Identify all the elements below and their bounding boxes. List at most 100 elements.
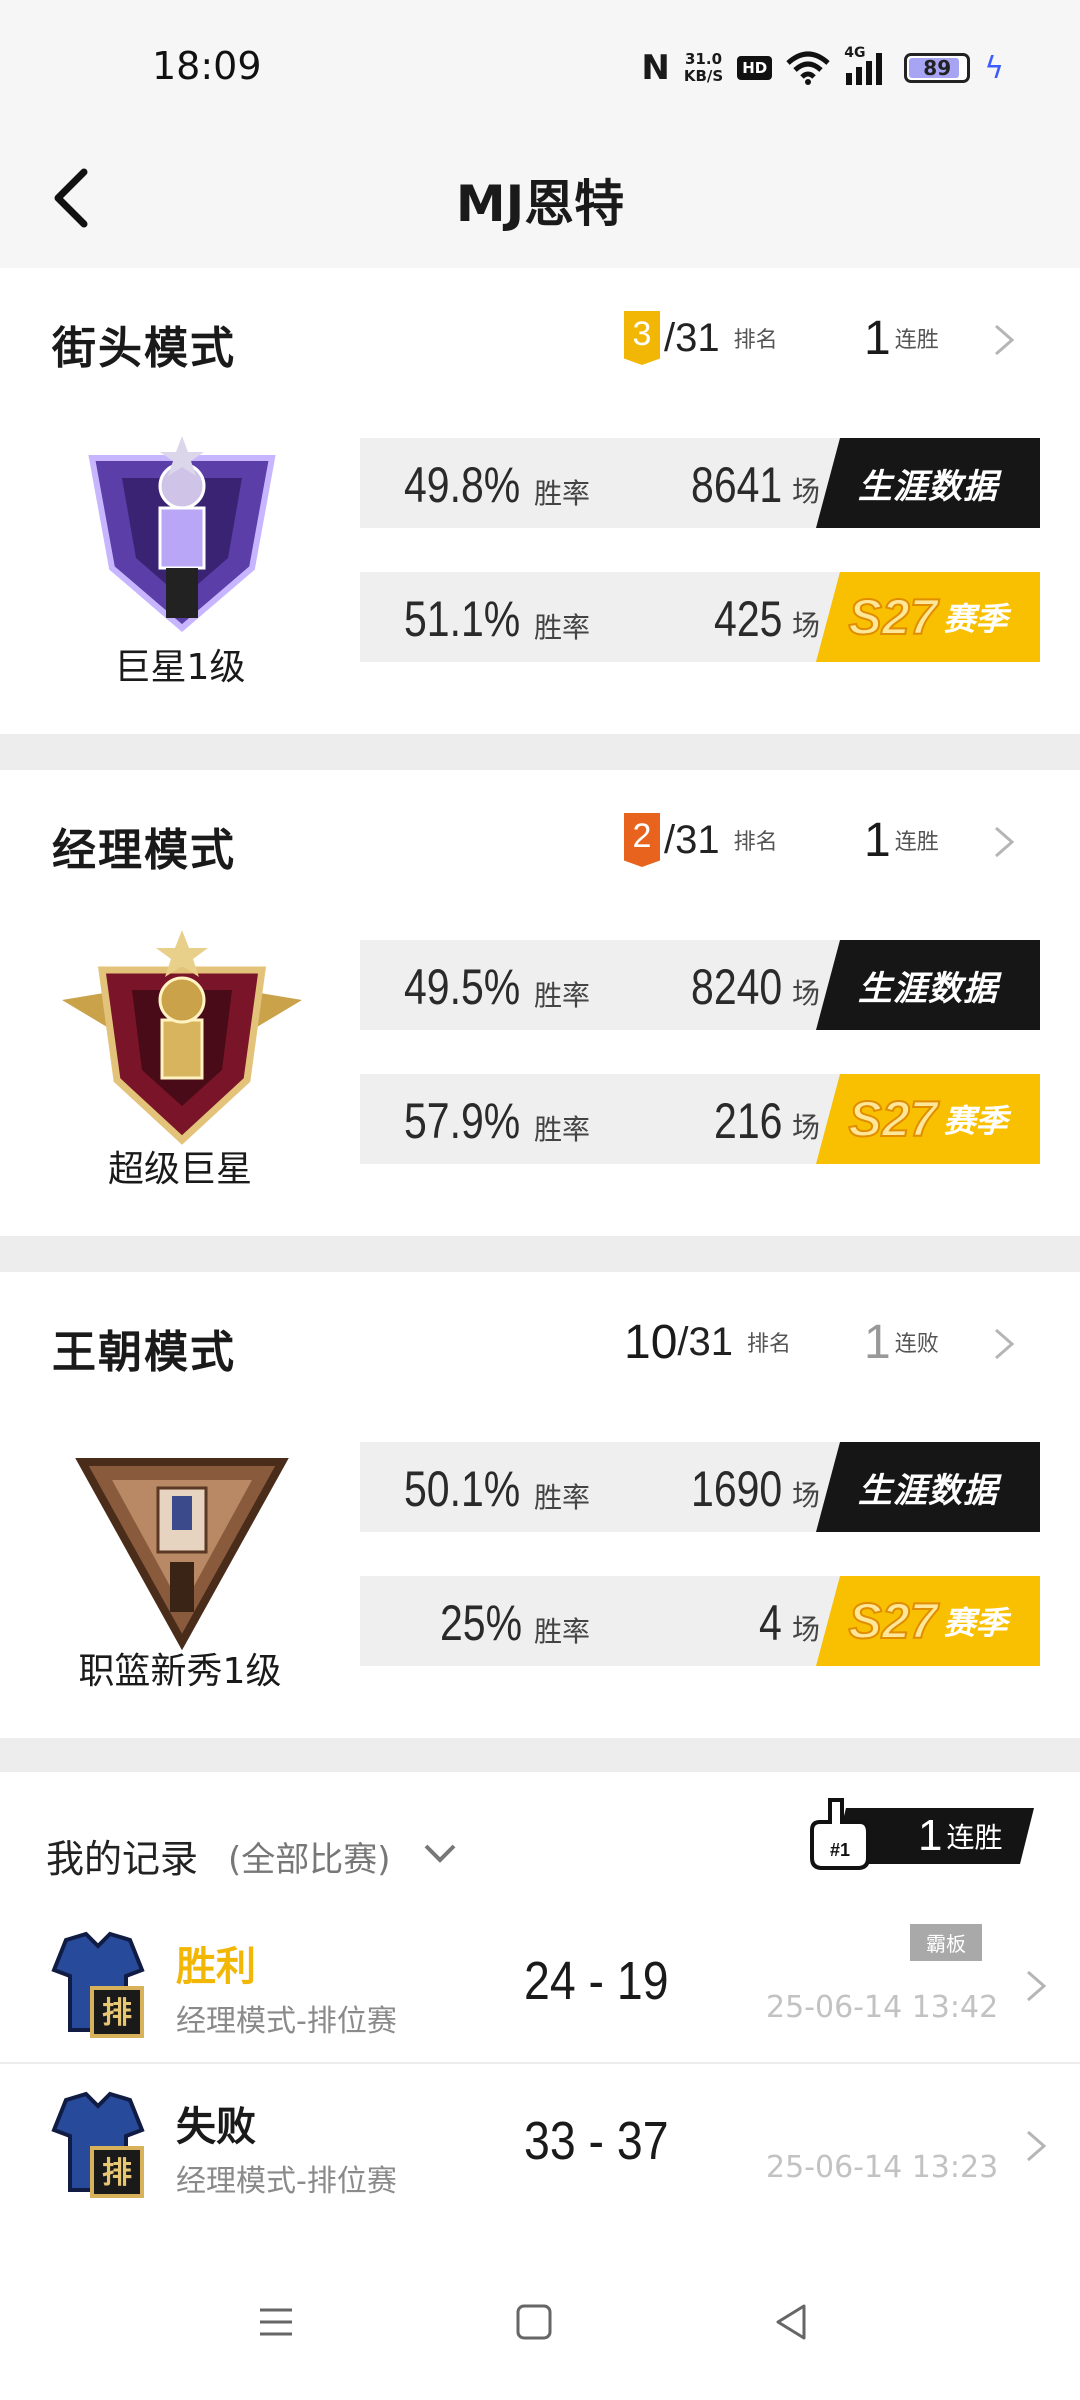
rank-display[interactable]: 10 /31 排名 [624, 1312, 791, 1372]
streak-display[interactable]: 1 连胜 [864, 810, 939, 870]
streak-label: 连败 [894, 1332, 939, 1357]
win-rate-label: 胜率 [534, 1113, 591, 1146]
win-rate: 25% [440, 1595, 523, 1651]
system-nav-bar [0, 2244, 1080, 2400]
mode-card-manager: 经理模式 2 /31 排名 1 连胜 超级巨星 49.5% 胜率 8240 场 … [0, 770, 1080, 1236]
games-count: 1690 [690, 1461, 782, 1517]
season-word: 赛季 [943, 1102, 1008, 1140]
chevron-right-icon[interactable] [990, 1324, 1018, 1364]
games-count: 8641 [690, 457, 782, 513]
ranked-icon-label: 排 [102, 2156, 132, 2191]
chevron-right-icon[interactable] [1022, 2126, 1050, 2166]
records-filter-dropdown[interactable]: (全部比赛) [228, 1832, 391, 1881]
records-title: 我的记录 [46, 1837, 199, 1881]
season-stats-row[interactable]: 51.1% 胜率 425 场 S27 赛季 [360, 572, 1040, 662]
season-data-button[interactable]: S27 赛季 [816, 1074, 1040, 1164]
games-label: 场 [792, 1111, 821, 1144]
foam-finger-icon: #1 [810, 1798, 870, 1870]
season-word: 赛季 [943, 1604, 1008, 1642]
match-mode: 经理模式-排位赛 [176, 2004, 397, 2039]
season-word: 赛季 [943, 600, 1008, 638]
win-rate: 57.9% [404, 1093, 521, 1149]
chevron-right-icon[interactable] [990, 822, 1018, 862]
streak-label: 连胜 [946, 1821, 1003, 1854]
chevron-right-icon[interactable] [1022, 1966, 1050, 2006]
wifi-icon [786, 51, 830, 85]
games-count: 216 [713, 1093, 782, 1149]
games-count: 8240 [690, 959, 782, 1015]
streak-display[interactable]: 1 连胜 [864, 308, 939, 368]
win-rate-label: 胜率 [534, 1615, 591, 1648]
rank-display[interactable]: 3 /31 排名 [624, 308, 778, 368]
games-label: 场 [792, 1479, 821, 1512]
rank-flag: 2 [624, 813, 660, 867]
hd-icon: HD [737, 56, 773, 80]
win-streak-banner: 1 连胜 #1 [808, 1796, 1034, 1870]
streak-label: 连胜 [894, 328, 939, 353]
match-tag-badge: 霸板 [910, 1924, 982, 1961]
rank-total: /31 [677, 1319, 733, 1364]
nfc-icon: N [641, 48, 670, 88]
rank-display[interactable]: 2 /31 排名 [624, 810, 778, 870]
page-title: MJ恩特 [455, 175, 625, 233]
season-data-button[interactable]: S27 赛季 [816, 572, 1040, 662]
network-speed: 31.0 KB/S [684, 51, 723, 85]
ranked-jersey-icon: 排 [51, 1931, 145, 2038]
battery-icon: 89 [904, 53, 971, 83]
win-rate: 49.5% [404, 959, 521, 1015]
match-row[interactable]: 排 胜利 经理模式-排位赛 24 - 19 霸板 25-06-14 13:42 [0, 1904, 1080, 2060]
career-stats-row[interactable]: 49.5% 胜率 8240 场 生涯数据 [360, 940, 1040, 1030]
badge-caption: 超级巨星 [107, 1149, 252, 1190]
network-speed-unit: KB/S [683, 67, 724, 85]
ranked-icon-label: 排 [102, 1996, 132, 2031]
rank-label: 排名 [733, 328, 778, 353]
games-label: 场 [792, 1613, 821, 1646]
season-code: S27 [848, 588, 939, 646]
season-data-button[interactable]: S27 赛季 [816, 1576, 1040, 1666]
streak-label: 连胜 [894, 830, 939, 855]
back-icon[interactable] [762, 2292, 822, 2352]
season-stats-row[interactable]: 25% 胜率 4 场 S27 赛季 [360, 1576, 1040, 1666]
match-result: 胜利 [176, 1944, 256, 1990]
chevron-right-icon[interactable] [990, 320, 1018, 360]
career-stats-row[interactable]: 49.8% 胜率 8641 场 生涯数据 [360, 438, 1040, 528]
streak-number: 1 [864, 1315, 891, 1369]
rank-total: /31 [664, 817, 720, 862]
status-time: 18:09 [152, 44, 262, 88]
season-code: S27 [848, 1090, 939, 1148]
rank-label: 排名 [747, 1332, 792, 1357]
streak-number: 1 [918, 1811, 943, 1860]
charging-icon: ϟ [984, 50, 1004, 86]
match-score: 24 - 19 [524, 1951, 669, 2011]
battery-level: 89 [923, 56, 952, 80]
games-count: 425 [713, 591, 782, 647]
games-label: 场 [792, 475, 821, 508]
career-data-button[interactable]: 生涯数据 [816, 1442, 1040, 1532]
career-data-button[interactable]: 生涯数据 [816, 940, 1040, 1030]
streak-number: 1 [864, 311, 891, 365]
signal-icon: 4G [844, 45, 890, 87]
streak-display[interactable]: 1 连败 [864, 1312, 939, 1372]
games-count: 4 [759, 1595, 782, 1651]
win-rate: 49.8% [404, 457, 521, 513]
match-time: 25-06-14 13:23 [766, 2150, 999, 2185]
match-mode: 经理模式-排位赛 [176, 2164, 397, 2199]
mode-title: 经理模式 [52, 825, 236, 876]
win-rate: 50.1% [404, 1461, 521, 1517]
home-icon[interactable] [504, 2292, 564, 2352]
match-time: 25-06-14 13:42 [766, 1990, 999, 2025]
app-header: MJ恩特 [0, 130, 1080, 268]
match-row[interactable]: 排 失败 经理模式-排位赛 33 - 37 25-06-14 13:23 [0, 2062, 1080, 2218]
win-rate-label: 胜率 [534, 477, 591, 510]
career-stats-row[interactable]: 50.1% 胜率 1690 场 生涯数据 [360, 1442, 1040, 1532]
career-data-button[interactable]: 生涯数据 [816, 438, 1040, 528]
mode-title: 王朝模式 [52, 1327, 236, 1378]
mode-card-dynasty: 王朝模式 10 /31 排名 1 连败 职篮新秀1级 50.1% 胜率 1690… [0, 1272, 1080, 1738]
season-stats-row[interactable]: 57.9% 胜率 216 场 S27 赛季 [360, 1074, 1040, 1164]
menu-icon[interactable] [246, 2292, 306, 2352]
win-rate-label: 胜率 [534, 1481, 591, 1514]
rank-label: 排名 [733, 830, 778, 855]
rank-number: 10 [624, 1315, 678, 1369]
chevron-down-icon[interactable] [422, 1838, 458, 1868]
ranked-jersey-icon: 排 [51, 2091, 145, 2198]
